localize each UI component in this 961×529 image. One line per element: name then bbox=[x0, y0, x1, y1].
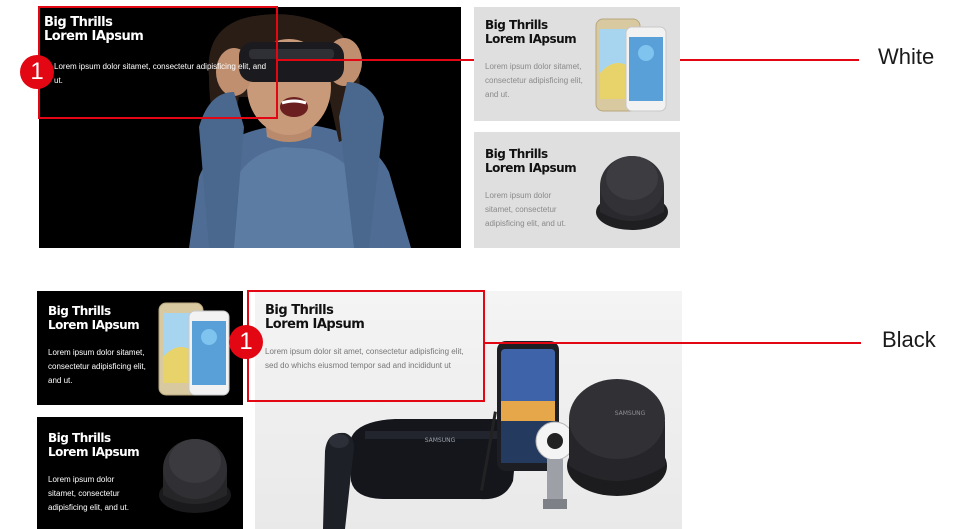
white-marker-badge: 1 bbox=[20, 55, 54, 89]
smartphone-pair-icon bbox=[158, 302, 230, 396]
black-tile-phone-title-line1: Big Thrills bbox=[48, 304, 111, 318]
black-hero-title-line1: Big Thrills bbox=[265, 303, 334, 318]
dock-brand-text: SAMSUNG bbox=[615, 410, 646, 417]
smartphone-pair-icon bbox=[595, 18, 667, 112]
white-tile-dock-title-line2: Lorem IApsum bbox=[485, 161, 577, 175]
black-variant-label: Black bbox=[882, 327, 936, 352]
black-tile-dock-title: Big Thrills Lorem IApsum bbox=[48, 431, 140, 459]
black-tile-dock-title-line1: Big Thrills bbox=[48, 431, 111, 445]
black-tile-dock-description: Lorem ipsum dolor sitamet, consectetur a… bbox=[48, 475, 129, 512]
dex-dock-icon: SAMSUNG bbox=[567, 379, 667, 496]
white-tile-dock-description: Lorem ipsum dolor sitamet, consectetur a… bbox=[485, 191, 566, 228]
white-hero-title: Big Thrills Lorem IApsum bbox=[44, 15, 144, 44]
white-hero-description: Lorem ipsum dolor sitamet, consectetur a… bbox=[54, 62, 267, 85]
white-hero-title-line1: Big Thrills bbox=[44, 15, 113, 30]
white-tile-phone-title-line2: Lorem IApsum bbox=[485, 32, 577, 46]
white-tile-phone-title: Big Thrills Lorem IApsum bbox=[485, 18, 577, 46]
black-tile-phone-title: Big Thrills Lorem IApsum bbox=[48, 304, 140, 332]
black-callout-line bbox=[485, 342, 861, 344]
white-tile-phone-title-line1: Big Thrills bbox=[485, 18, 548, 32]
dex-dock-icon bbox=[159, 439, 231, 513]
white-tile-dock-title-line1: Big Thrills bbox=[485, 147, 548, 161]
black-variant-section: Big Thrills Lorem IApsum Lorem ipsum dol… bbox=[0, 285, 961, 529]
black-marker-badge: 1 bbox=[229, 325, 263, 359]
black-tile-phone-description: Lorem ipsum dolor sitamet, consectetur a… bbox=[48, 348, 146, 385]
white-tile-phone-description: Lorem ipsum dolor sitamet, consectetur a… bbox=[485, 62, 583, 99]
black-tile-dock[interactable]: Big Thrills Lorem IApsum Lorem ipsum dol… bbox=[37, 417, 243, 529]
white-tile-dock[interactable]: Big Thrills Lorem IApsum Lorem ipsum dol… bbox=[474, 132, 680, 248]
vr-controller-icon bbox=[323, 432, 354, 529]
white-tile-phone[interactable]: Big Thrills Lorem IApsum Lorem ipsum dol… bbox=[474, 7, 680, 121]
white-variant-section: Big Thrills Lorem IApsum Lorem ipsum dol… bbox=[0, 0, 961, 260]
vr-brand-text: SAMSUNG bbox=[425, 437, 456, 444]
black-tile-phone-title-line2: Lorem IApsum bbox=[48, 318, 140, 332]
black-hero-title-line2: Lorem IApsum bbox=[265, 317, 365, 332]
white-variant-label: White bbox=[878, 44, 935, 69]
white-tile-dock-title: Big Thrills Lorem IApsum bbox=[485, 147, 577, 175]
black-hero-title: Big Thrills Lorem IApsum bbox=[265, 303, 365, 332]
white-hero-title-line2: Lorem IApsum bbox=[44, 29, 144, 44]
black-hero-description: Lorem ipsum dolor sit amet, consectetur … bbox=[265, 347, 464, 370]
black-tile-phone[interactable]: Big Thrills Lorem IApsum Lorem ipsum dol… bbox=[37, 291, 243, 405]
black-tile-dock-title-line2: Lorem IApsum bbox=[48, 445, 140, 459]
dex-dock-icon bbox=[596, 156, 668, 230]
